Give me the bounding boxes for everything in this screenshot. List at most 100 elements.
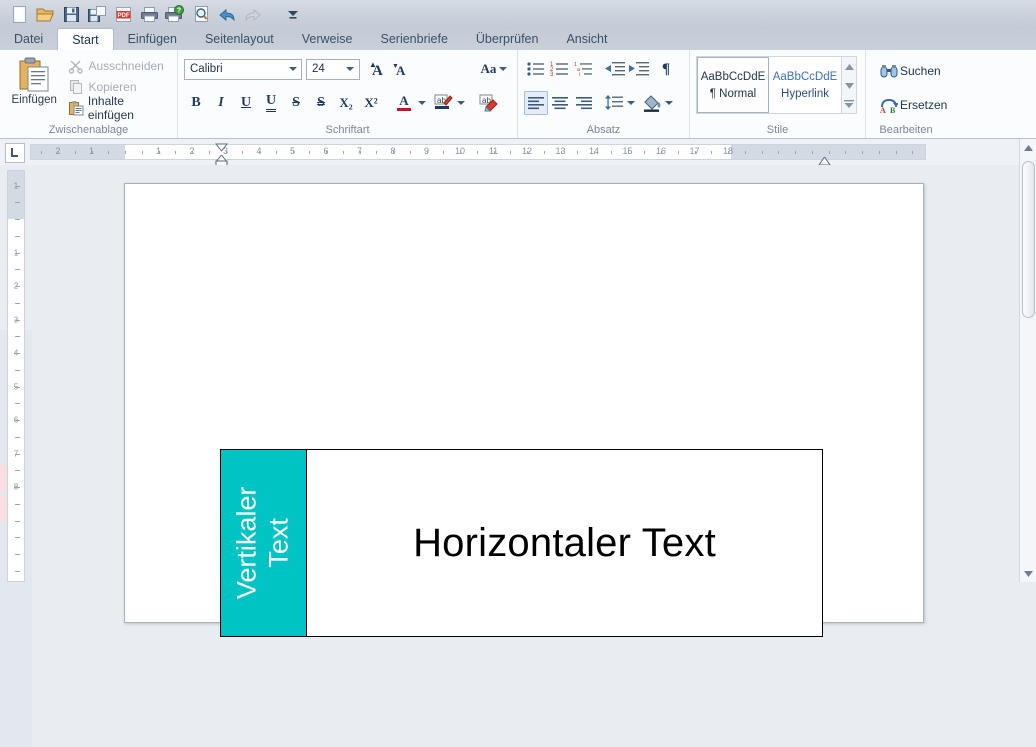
ruler-tick xyxy=(829,151,830,154)
ruler-tick xyxy=(879,151,880,154)
align-left-button[interactable] xyxy=(524,91,548,115)
numbering-button[interactable]: 123 xyxy=(548,57,572,81)
ruler-tick xyxy=(15,202,20,203)
paragraph-group-label: Absatz xyxy=(586,124,621,136)
change-bar xyxy=(0,465,7,491)
print-preview-icon[interactable]: ? xyxy=(162,2,188,26)
ruler-tick xyxy=(293,151,294,154)
table-cell-horizontal[interactable]: Horizontaler Text xyxy=(307,450,822,636)
ruler-tick xyxy=(845,151,846,154)
scroll-down-icon[interactable] xyxy=(1020,565,1036,582)
vertical-scrollbar[interactable] xyxy=(1019,139,1036,582)
subscript-button[interactable]: X₂ xyxy=(334,91,358,115)
ruler-tick xyxy=(577,151,578,154)
document-page[interactable]: Vertikaler Text Horizontaler Text xyxy=(124,183,924,637)
align-center-button[interactable] xyxy=(548,91,572,115)
styles-scrollbar[interactable] xyxy=(842,56,857,114)
font-color-chevron-down-icon[interactable] xyxy=(417,100,427,106)
styles-more-icon[interactable] xyxy=(844,97,854,111)
decrease-indent-button[interactable] xyxy=(603,57,627,81)
strikethrough-button[interactable]: S xyxy=(284,91,308,115)
tab-ansicht[interactable]: Ansicht xyxy=(552,28,621,50)
ruler-tick xyxy=(561,151,562,154)
ruler-tick xyxy=(527,151,528,154)
tab-verweise[interactable]: Verweise xyxy=(288,28,367,50)
font-group-label: Schriftart xyxy=(325,124,370,136)
ruler-tick xyxy=(15,420,20,421)
align-right-button[interactable] xyxy=(572,91,596,115)
ruler-tick xyxy=(711,151,712,154)
undo-icon[interactable] xyxy=(214,2,240,26)
ruler-tick xyxy=(661,151,662,154)
font-name-combo[interactable]: Calibri xyxy=(184,58,302,80)
font-size-combo[interactable]: 24 xyxy=(306,58,360,80)
tab-datei[interactable]: Datei xyxy=(0,28,57,50)
table-cell-vertical[interactable]: Vertikaler Text xyxy=(221,450,307,636)
paste-button[interactable]: Einfügen xyxy=(6,54,62,120)
customize-toolbar-icon[interactable] xyxy=(280,2,306,26)
ruler-tick xyxy=(427,151,428,154)
ruler-tick xyxy=(15,554,20,555)
print-icon[interactable] xyxy=(136,2,162,26)
styles-scroll-down-icon[interactable] xyxy=(844,78,854,92)
shrink-font-button[interactable]: A ▼ xyxy=(390,57,412,81)
ruler-tick xyxy=(812,151,813,154)
chevron-down-icon[interactable] xyxy=(343,66,359,72)
ruler-tick xyxy=(678,151,679,154)
find-icon[interactable] xyxy=(188,2,214,26)
tab-stop-selector[interactable] xyxy=(5,143,25,163)
grow-font-button[interactable]: A ▲ xyxy=(367,57,389,81)
multilevel-list-button[interactable]: 1ai xyxy=(572,57,596,81)
vertical-ruler[interactable]: 112345678 xyxy=(7,170,25,582)
tab-einfuegen[interactable]: Einfügen xyxy=(114,28,191,50)
find-button[interactable]: Suchen xyxy=(872,58,1030,84)
double-underline-button[interactable]: U xyxy=(259,91,283,115)
scroll-up-icon[interactable] xyxy=(1020,139,1036,156)
style-item-normal[interactable]: AaBbCcDdE ¶ Normal xyxy=(697,57,769,113)
ribbon-group-clipboard: Einfügen Ausschneiden Kopieren Inhalte e… xyxy=(0,50,178,138)
new-document-icon[interactable] xyxy=(6,2,32,26)
document-canvas[interactable]: Vertikaler Text Horizontaler Text xyxy=(0,165,1036,747)
tab-seitenlayout[interactable]: Seitenlayout xyxy=(191,28,288,50)
cut-label: Ausschneiden xyxy=(88,59,164,73)
clear-formatting-button[interactable]: ab xyxy=(476,91,500,115)
italic-button[interactable]: I xyxy=(209,91,233,115)
ruler-tick xyxy=(15,370,20,371)
bold-button[interactable]: B xyxy=(184,91,208,115)
change-case-button[interactable]: Aa xyxy=(479,57,510,81)
underline-button[interactable]: U xyxy=(234,91,258,115)
paste-special-button[interactable]: Inhalte einfügen xyxy=(66,94,171,122)
tab-ueberpruefen[interactable]: Überprüfen xyxy=(462,28,553,50)
scrollbar-thumb[interactable] xyxy=(1022,161,1035,318)
save-as-document-icon[interactable] xyxy=(84,2,110,26)
styles-scroll-up-icon[interactable] xyxy=(844,59,854,73)
save-document-icon[interactable] xyxy=(58,2,84,26)
tab-start[interactable]: Start xyxy=(57,28,114,50)
editing-group-label: Bearbeiten xyxy=(879,124,933,136)
bullets-button[interactable] xyxy=(524,57,548,81)
paste-special-icon xyxy=(66,100,85,116)
horizontal-ruler[interactable]: 21123456789101112131415161718 xyxy=(30,144,926,160)
font-color-button[interactable]: A xyxy=(392,91,416,115)
content-table[interactable]: Vertikaler Text Horizontaler Text xyxy=(220,449,823,637)
shading-chevron-down-icon[interactable] xyxy=(664,100,674,106)
line-spacing-chevron-down-icon[interactable] xyxy=(626,100,636,106)
chevron-down-icon[interactable] xyxy=(285,66,301,72)
tab-serienbriefe[interactable]: Serienbriefe xyxy=(367,28,462,50)
line-spacing-button[interactable] xyxy=(602,91,626,115)
highlight-chevron-down-icon[interactable] xyxy=(456,100,466,106)
double-strikethrough-button[interactable]: S xyxy=(309,91,333,115)
ruler-tick xyxy=(728,151,729,154)
highlight-button[interactable]: ab xyxy=(431,91,455,115)
superscript-button[interactable]: X² xyxy=(359,91,383,115)
ruler-tick xyxy=(15,504,20,505)
shading-button[interactable] xyxy=(640,91,664,115)
open-document-icon[interactable] xyxy=(32,2,58,26)
increase-indent-button[interactable] xyxy=(627,57,651,81)
export-pdf-icon[interactable]: PDF xyxy=(110,2,136,26)
replace-button[interactable]: AB Ersetzen xyxy=(872,92,1030,118)
ribbon-group-paragraph: 123 1ai ¶ Absatz xyxy=(518,50,690,138)
show-formatting-marks-button[interactable]: ¶ xyxy=(654,57,678,81)
style-item-hyperlink[interactable]: AaBbCcDdE Hyperlink xyxy=(769,57,841,113)
first-line-indent-marker[interactable] xyxy=(214,141,229,155)
